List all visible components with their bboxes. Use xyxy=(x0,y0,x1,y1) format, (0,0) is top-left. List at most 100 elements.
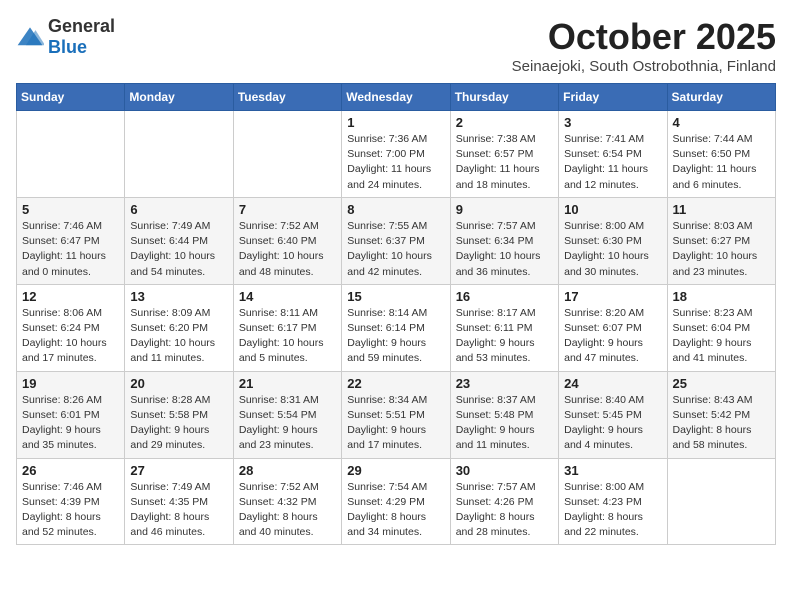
day-number: 16 xyxy=(456,289,553,304)
calendar-cell: 1 Sunrise: 7:36 AM Sunset: 7:00 PM Daylig… xyxy=(342,111,450,198)
header: General Blue October 2025 Seinaejoki, So… xyxy=(16,16,776,75)
logo-blue: Blue xyxy=(48,37,87,57)
calendar-week-4: 19 Sunrise: 8:26 AM Sunset: 6:01 PM Dayli… xyxy=(17,371,776,458)
calendar-cell: 17Sunrise: 8:20 AM Sunset: 6:07 PM Dayli… xyxy=(559,284,667,371)
calendar-week-5: 26 Sunrise: 7:46 AM Sunset: 4:39 PM Dayli… xyxy=(17,458,776,545)
day-number: 13 xyxy=(130,289,227,304)
header-cell-saturday: Saturday xyxy=(667,84,775,111)
calendar-cell: 11 Sunrise: 8:03 AM Sunset: 6:27 PM Dayli… xyxy=(667,197,775,284)
calendar-cell: 10Sunrise: 8:00 AM Sunset: 6:30 PM Dayli… xyxy=(559,197,667,284)
day-info: Sunrise: 7:57 AM Sunset: 4:26 PM Dayligh… xyxy=(456,480,553,541)
calendar-cell: 26 Sunrise: 7:46 AM Sunset: 4:39 PM Dayli… xyxy=(17,458,125,545)
day-number: 14 xyxy=(239,289,336,304)
calendar-cell: 14Sunrise: 8:11 AM Sunset: 6:17 PM Dayli… xyxy=(233,284,341,371)
day-info: Sunrise: 7:55 AM Sunset: 6:37 PM Dayligh… xyxy=(347,219,444,280)
day-number: 21 xyxy=(239,376,336,391)
calendar-cell: 4Sunrise: 7:44 AM Sunset: 6:50 PM Daylig… xyxy=(667,111,775,198)
day-info: Sunrise: 8:03 AM Sunset: 6:27 PM Dayligh… xyxy=(673,219,770,280)
day-number: 26 xyxy=(22,463,119,478)
header-cell-friday: Friday xyxy=(559,84,667,111)
page-subtitle: Seinaejoki, South Ostrobothnia, Finland xyxy=(512,58,776,75)
header-cell-monday: Monday xyxy=(125,84,233,111)
day-info: Sunrise: 8:37 AM Sunset: 5:48 PM Dayligh… xyxy=(456,393,553,454)
day-info: Sunrise: 8:23 AM Sunset: 6:04 PM Dayligh… xyxy=(673,306,770,367)
calendar-cell: 7Sunrise: 7:52 AM Sunset: 6:40 PM Daylig… xyxy=(233,197,341,284)
day-number: 19 xyxy=(22,376,119,391)
day-number: 15 xyxy=(347,289,444,304)
day-number: 1 xyxy=(347,115,444,130)
day-number: 20 xyxy=(130,376,227,391)
calendar-cell: 27 Sunrise: 7:49 AM Sunset: 4:35 PM Dayli… xyxy=(125,458,233,545)
day-number: 11 xyxy=(673,202,770,217)
day-number: 25 xyxy=(673,376,770,391)
header-row: SundayMondayTuesdayWednesdayThursdayFrid… xyxy=(17,84,776,111)
day-info: Sunrise: 7:41 AM Sunset: 6:54 PM Dayligh… xyxy=(564,132,661,193)
day-number: 6 xyxy=(130,202,227,217)
calendar-cell: 22 Sunrise: 8:34 AM Sunset: 5:51 PM Dayli… xyxy=(342,371,450,458)
day-number: 17 xyxy=(564,289,661,304)
logo: General Blue xyxy=(16,16,115,58)
calendar-cell: 15 Sunrise: 8:14 AM Sunset: 6:14 PM Dayli… xyxy=(342,284,450,371)
day-number: 5 xyxy=(22,202,119,217)
day-info: Sunrise: 7:46 AM Sunset: 6:47 PM Dayligh… xyxy=(22,219,119,280)
logo-general: General xyxy=(48,16,115,36)
calendar-table: SundayMondayTuesdayWednesdayThursdayFrid… xyxy=(16,83,776,545)
calendar-cell: 24 Sunrise: 8:40 AM Sunset: 5:45 PM Dayli… xyxy=(559,371,667,458)
header-cell-wednesday: Wednesday xyxy=(342,84,450,111)
day-number: 27 xyxy=(130,463,227,478)
day-number: 24 xyxy=(564,376,661,391)
day-info: Sunrise: 8:31 AM Sunset: 5:54 PM Dayligh… xyxy=(239,393,336,454)
day-number: 8 xyxy=(347,202,444,217)
calendar-cell: 25 Sunrise: 8:43 AM Sunset: 5:42 PM Dayli… xyxy=(667,371,775,458)
calendar-cell: 28 Sunrise: 7:52 AM Sunset: 4:32 PM Dayli… xyxy=(233,458,341,545)
day-info: Sunrise: 8:40 AM Sunset: 5:45 PM Dayligh… xyxy=(564,393,661,454)
calendar-week-3: 12 Sunrise: 8:06 AM Sunset: 6:24 PM Dayli… xyxy=(17,284,776,371)
day-number: 28 xyxy=(239,463,336,478)
calendar-cell: 21 Sunrise: 8:31 AM Sunset: 5:54 PM Dayli… xyxy=(233,371,341,458)
page-title: October 2025 xyxy=(512,16,776,58)
calendar-cell xyxy=(17,111,125,198)
day-number: 29 xyxy=(347,463,444,478)
day-info: Sunrise: 8:00 AM Sunset: 6:30 PM Dayligh… xyxy=(564,219,661,280)
day-number: 23 xyxy=(456,376,553,391)
header-cell-tuesday: Tuesday xyxy=(233,84,341,111)
day-info: Sunrise: 8:00 AM Sunset: 4:23 PM Dayligh… xyxy=(564,480,661,541)
day-info: Sunrise: 7:54 AM Sunset: 4:29 PM Dayligh… xyxy=(347,480,444,541)
day-number: 2 xyxy=(456,115,553,130)
day-info: Sunrise: 8:28 AM Sunset: 5:58 PM Dayligh… xyxy=(130,393,227,454)
day-info: Sunrise: 7:49 AM Sunset: 6:44 PM Dayligh… xyxy=(130,219,227,280)
day-info: Sunrise: 8:09 AM Sunset: 6:20 PM Dayligh… xyxy=(130,306,227,367)
logo-text: General Blue xyxy=(48,16,115,58)
day-info: Sunrise: 8:34 AM Sunset: 5:51 PM Dayligh… xyxy=(347,393,444,454)
day-info: Sunrise: 7:44 AM Sunset: 6:50 PM Dayligh… xyxy=(673,132,770,193)
day-number: 12 xyxy=(22,289,119,304)
calendar-cell xyxy=(667,458,775,545)
day-info: Sunrise: 8:43 AM Sunset: 5:42 PM Dayligh… xyxy=(673,393,770,454)
day-info: Sunrise: 8:14 AM Sunset: 6:14 PM Dayligh… xyxy=(347,306,444,367)
day-info: Sunrise: 7:57 AM Sunset: 6:34 PM Dayligh… xyxy=(456,219,553,280)
calendar-cell: 8 Sunrise: 7:55 AM Sunset: 6:37 PM Daylig… xyxy=(342,197,450,284)
calendar-cell xyxy=(125,111,233,198)
title-area: October 2025 Seinaejoki, South Ostroboth… xyxy=(512,16,776,75)
calendar-cell: 5 Sunrise: 7:46 AM Sunset: 6:47 PM Daylig… xyxy=(17,197,125,284)
header-cell-thursday: Thursday xyxy=(450,84,558,111)
calendar-cell: 16Sunrise: 8:17 AM Sunset: 6:11 PM Dayli… xyxy=(450,284,558,371)
day-number: 22 xyxy=(347,376,444,391)
day-number: 30 xyxy=(456,463,553,478)
day-info: Sunrise: 7:38 AM Sunset: 6:57 PM Dayligh… xyxy=(456,132,553,193)
day-number: 18 xyxy=(673,289,770,304)
day-info: Sunrise: 7:46 AM Sunset: 4:39 PM Dayligh… xyxy=(22,480,119,541)
day-info: Sunrise: 8:26 AM Sunset: 6:01 PM Dayligh… xyxy=(22,393,119,454)
day-info: Sunrise: 7:49 AM Sunset: 4:35 PM Dayligh… xyxy=(130,480,227,541)
day-info: Sunrise: 8:06 AM Sunset: 6:24 PM Dayligh… xyxy=(22,306,119,367)
calendar-cell: 6 Sunrise: 7:49 AM Sunset: 6:44 PM Daylig… xyxy=(125,197,233,284)
calendar-body: 1 Sunrise: 7:36 AM Sunset: 7:00 PM Daylig… xyxy=(17,111,776,545)
calendar-cell: 29 Sunrise: 7:54 AM Sunset: 4:29 PM Dayli… xyxy=(342,458,450,545)
day-info: Sunrise: 7:52 AM Sunset: 6:40 PM Dayligh… xyxy=(239,219,336,280)
day-info: Sunrise: 7:52 AM Sunset: 4:32 PM Dayligh… xyxy=(239,480,336,541)
calendar-cell: 19 Sunrise: 8:26 AM Sunset: 6:01 PM Dayli… xyxy=(17,371,125,458)
calendar-header: SundayMondayTuesdayWednesdayThursdayFrid… xyxy=(17,84,776,111)
day-number: 9 xyxy=(456,202,553,217)
day-info: Sunrise: 7:36 AM Sunset: 7:00 PM Dayligh… xyxy=(347,132,444,193)
logo-icon xyxy=(16,26,44,48)
